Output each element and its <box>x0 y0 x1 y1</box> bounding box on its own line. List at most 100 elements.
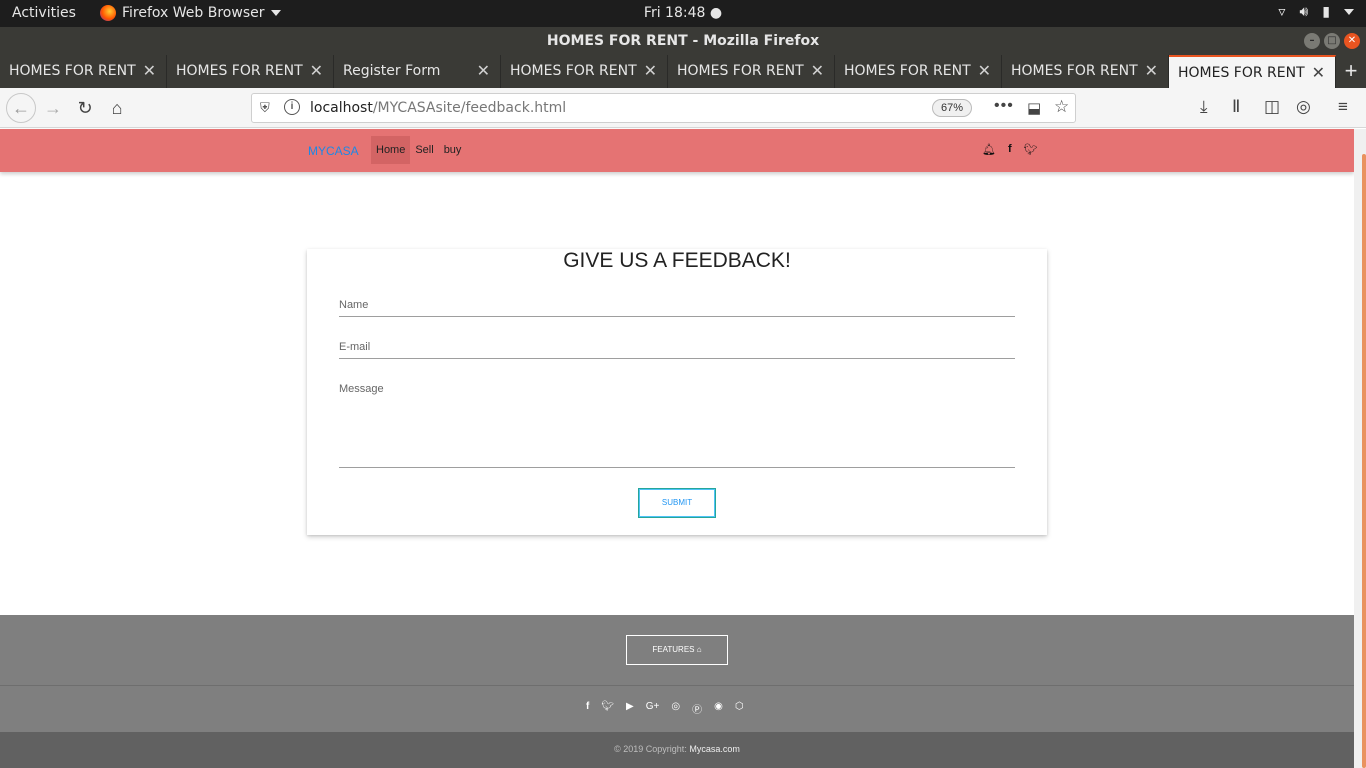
chevron-down-icon <box>270 10 281 16</box>
web-page: MYCASA Home Sell buy 🔔︎ f 🐦︎ GIVE US A F… <box>0 129 1354 768</box>
copyright-text: © 2019 Copyright: <box>614 744 687 754</box>
home-icon: ⌂ <box>696 645 702 654</box>
footer-social-icons: f 🐦︎ ▶ G+ ◎ Ⓟ ◉ ⬡ <box>586 701 744 716</box>
tab-strip: HOMES FOR RENT ✕ HOMES FOR RENT ✕ Register… <box>0 55 1366 88</box>
tab-label: Register Form <box>343 63 441 79</box>
bookmark-star-icon[interactable]: ☆ <box>1054 97 1069 117</box>
message-field[interactable]: Message <box>339 383 1015 468</box>
email-field[interactable]: E-mail <box>339 341 1015 359</box>
site-nav-links: Home Sell buy <box>371 136 466 164</box>
wifi-icon: ▿ <box>1278 4 1286 20</box>
nav-link-home[interactable]: Home <box>371 136 411 164</box>
github-icon[interactable]: ◉ <box>714 701 723 716</box>
close-icon[interactable]: ✕ <box>143 61 156 80</box>
tab-label: HOMES FOR RENT <box>1178 65 1305 81</box>
close-icon[interactable]: ✕ <box>811 61 824 80</box>
browser-tab[interactable]: HOMES FOR RENT ✕ <box>1002 55 1169 88</box>
back-button[interactable]: ← <box>6 93 36 123</box>
message-label: Message <box>339 383 384 395</box>
close-icon[interactable]: ✕ <box>477 61 490 80</box>
browser-tab[interactable]: HOMES FOR RENT ✕ <box>0 55 167 88</box>
tab-label: HOMES FOR RENT <box>677 63 804 79</box>
tab-label: HOMES FOR RENT <box>9 63 136 79</box>
twitter-icon[interactable]: 🐦︎ <box>1024 143 1038 156</box>
site-nav-icons: 🔔︎ f 🐦︎ <box>982 143 1038 156</box>
browser-tab[interactable]: Register Form ✕ <box>334 55 501 88</box>
navigation-toolbar: ← → ↻ ⌂ ⛨ i localhost/MYCASAsite/feedbac… <box>0 88 1366 128</box>
close-icon[interactable]: ✕ <box>1312 63 1325 82</box>
close-icon[interactable]: ✕ <box>310 61 323 80</box>
footer-social: f 🐦︎ ▶ G+ ◎ Ⓟ ◉ ⬡ <box>0 686 1354 732</box>
browser-tab[interactable]: HOMES FOR RENT ✕ <box>167 55 334 88</box>
pinterest-icon[interactable]: Ⓟ <box>692 701 702 716</box>
tab-label: HOMES FOR RENT <box>510 63 637 79</box>
nav-link-buy[interactable]: buy <box>439 136 467 164</box>
sidebar-icon[interactable]: ◫ <box>1264 97 1280 117</box>
menu-icon[interactable]: ≡ <box>1338 97 1348 117</box>
forward-button[interactable]: → <box>42 97 64 119</box>
minimize-button[interactable]: – <box>1304 33 1320 49</box>
bell-icon[interactable]: 🔔︎ <box>982 143 996 156</box>
copyright-site-link[interactable]: Mycasa.com <box>689 744 740 754</box>
codepen-icon[interactable]: ⬡ <box>735 701 744 716</box>
footer-copyright: © 2019 Copyright: Mycasa.com <box>0 732 1354 768</box>
close-icon[interactable]: ✕ <box>1145 61 1158 80</box>
google-plus-icon[interactable]: G+ <box>646 701 660 716</box>
window-title: HOMES FOR RENT - Mozilla Firefox <box>546 33 820 49</box>
features-label: FEATURES <box>652 645 695 654</box>
twitter-icon[interactable]: 🐦︎ <box>601 701 614 716</box>
site-brand[interactable]: MYCASA <box>308 144 359 158</box>
tab-label: HOMES FOR RENT <box>844 63 971 79</box>
volume-icon: 🔊︎ <box>1299 4 1309 20</box>
url-path: /MYCASAsite/feedback.html <box>372 100 567 116</box>
facebook-icon[interactable]: f <box>1008 143 1012 156</box>
reload-button[interactable]: ↻ <box>74 97 96 119</box>
window-title-bar: HOMES FOR RENT - Mozilla Firefox – □ ✕ <box>0 27 1366 55</box>
pocket-icon[interactable]: ⬓ <box>1027 99 1041 117</box>
home-button[interactable]: ⌂ <box>106 97 128 119</box>
url-text[interactable]: localhost/MYCASAsite/feedback.html <box>310 100 566 116</box>
page-scrollbar[interactable] <box>1354 129 1366 768</box>
name-field[interactable]: Name <box>339 299 1015 317</box>
form-heading: GIVE US A FEEDBACK! <box>563 249 791 272</box>
page-actions-icon[interactable]: ••• <box>994 97 1014 115</box>
name-label: Name <box>339 299 369 311</box>
account-icon[interactable]: ◎ <box>1296 97 1311 117</box>
battery-icon: ▮ <box>1322 4 1330 20</box>
info-icon[interactable]: i <box>284 99 300 115</box>
zoom-indicator[interactable]: 67% <box>932 99 973 117</box>
footer-features: FEATURES ⌂ <box>0 615 1354 686</box>
tab-label: HOMES FOR RENT <box>1011 63 1138 79</box>
feedback-card: GIVE US A FEEDBACK! Name E-mail Message … <box>307 249 1047 535</box>
close-icon[interactable]: ✕ <box>978 61 991 80</box>
dribbble-icon[interactable]: ◎ <box>671 701 680 716</box>
app-menu[interactable]: Firefox Web Browser <box>100 5 281 21</box>
close-window-button[interactable]: ✕ <box>1344 33 1360 49</box>
downloads-icon[interactable]: ⤓ <box>1200 97 1208 117</box>
system-tray[interactable]: ▿ 🔊︎ ▮ <box>1278 4 1354 20</box>
firefox-icon <box>100 5 116 21</box>
chevron-down-icon <box>1344 9 1354 15</box>
shield-icon[interactable]: ⛨ <box>260 100 270 116</box>
activities-button[interactable]: Activities <box>12 5 76 21</box>
tab-label: HOMES FOR RENT <box>176 63 303 79</box>
submit-button[interactable]: SUBMIT <box>638 488 716 518</box>
scrollbar-thumb[interactable] <box>1362 154 1366 768</box>
nav-link-sell[interactable]: Sell <box>410 136 438 164</box>
new-tab-button[interactable]: + <box>1336 55 1366 88</box>
browser-tab[interactable]: HOMES FOR RENT ✕ <box>501 55 668 88</box>
browser-tab[interactable]: HOMES FOR RENT ✕ <box>668 55 835 88</box>
email-label: E-mail <box>339 341 371 353</box>
facebook-icon[interactable]: f <box>586 701 589 716</box>
close-icon[interactable]: ✕ <box>644 61 657 80</box>
url-host: localhost <box>310 100 373 116</box>
site-navbar: MYCASA Home Sell buy 🔔︎ f 🐦︎ <box>0 129 1354 172</box>
maximize-button[interactable]: □ <box>1324 33 1340 49</box>
address-bar[interactable]: ⛨ i localhost/MYCASAsite/feedback.html 6… <box>251 93 1076 123</box>
browser-tab[interactable]: HOMES FOR RENT ✕ <box>835 55 1002 88</box>
youtube-icon[interactable]: ▶ <box>626 701 634 716</box>
library-icon[interactable]: Ⅱ <box>1232 97 1240 117</box>
window-controls: – □ ✕ <box>1304 33 1360 49</box>
features-button[interactable]: FEATURES ⌂ <box>626 635 728 665</box>
browser-tab-active[interactable]: HOMES FOR RENT ✕ <box>1169 55 1336 88</box>
